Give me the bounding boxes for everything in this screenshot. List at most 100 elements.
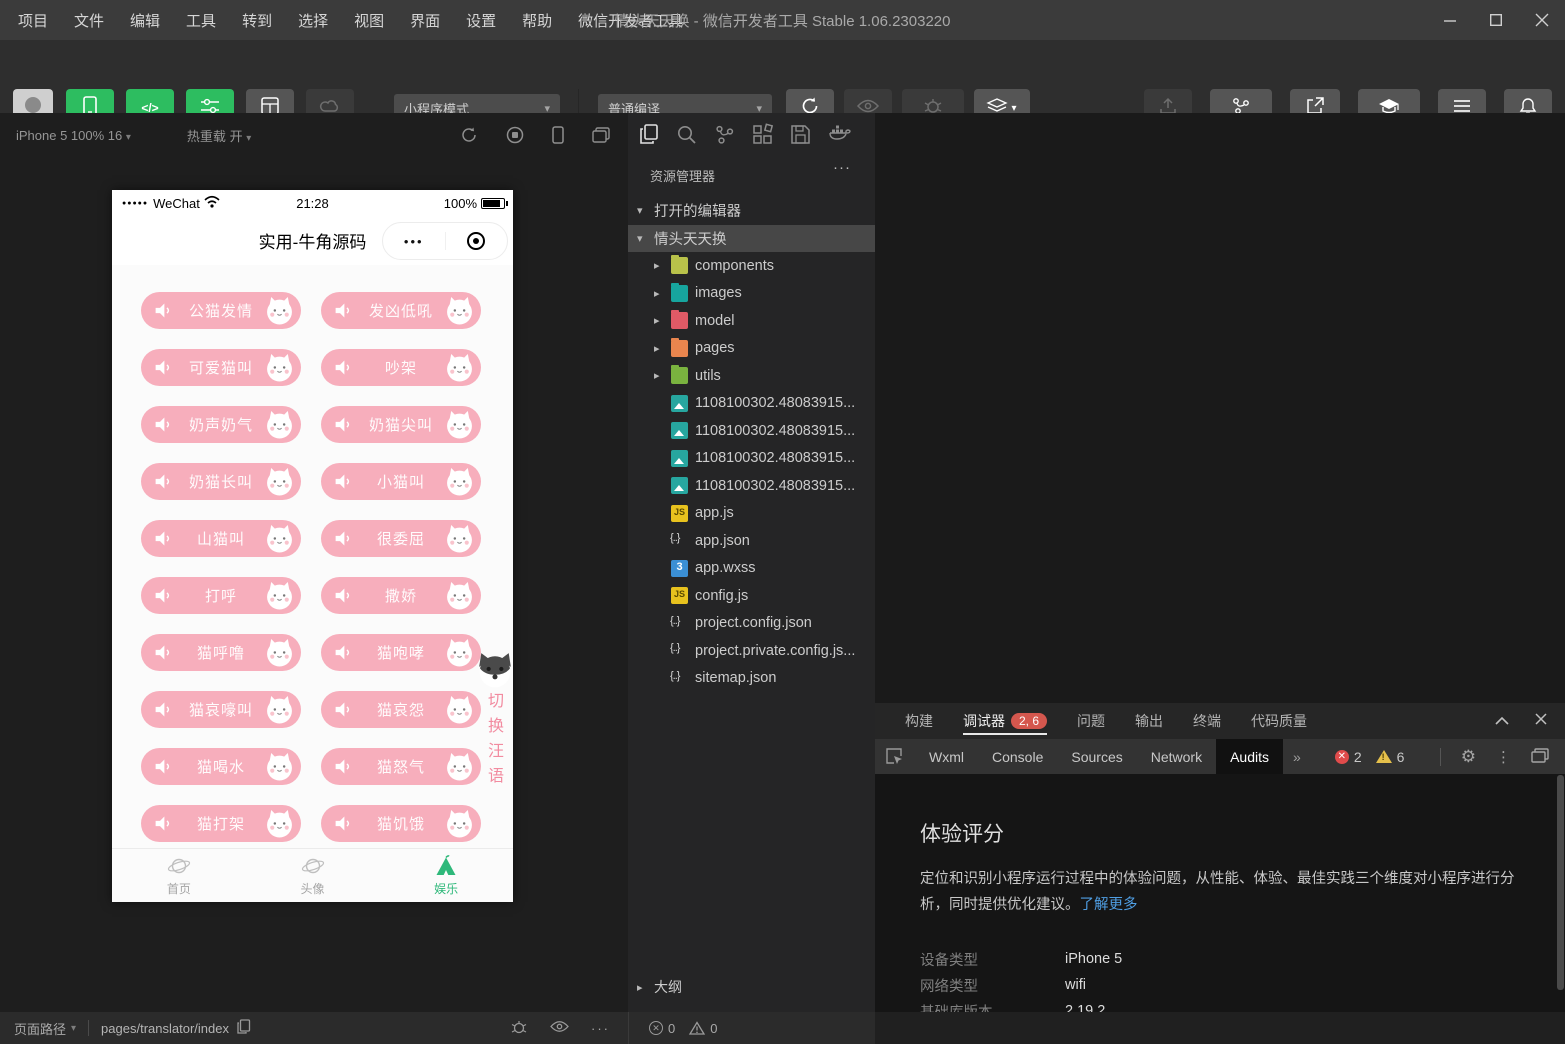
sound-button[interactable]: 猫哀怨 (321, 691, 481, 728)
error-count[interactable]: ✕2 (1335, 749, 1362, 765)
sound-button[interactable]: 猫喝水 (141, 748, 301, 785)
sound-button[interactable]: 猫呼噜 (141, 634, 301, 671)
debug-tab[interactable]: 问题 (1077, 703, 1105, 739)
devtools-tab[interactable]: Sources (1057, 739, 1136, 774)
menu-item[interactable]: 文件 (74, 10, 104, 31)
more-actions-icon[interactable]: ··· (833, 159, 851, 176)
sound-button[interactable]: 小猫叫 (321, 463, 481, 500)
warning-count[interactable]: 6 (1376, 749, 1405, 765)
sound-button[interactable]: 猫饥饿 (321, 805, 481, 842)
close-button[interactable] (1519, 0, 1565, 40)
minimize-button[interactable] (1427, 0, 1473, 40)
ellipsis-icon[interactable]: ··· (591, 1021, 610, 1036)
menu-item[interactable]: 项目 (18, 10, 48, 31)
tree-item[interactable]: 情头天天换 (628, 225, 875, 253)
inspect-icon[interactable] (875, 748, 915, 766)
tree-item[interactable]: project.private.config.js... (628, 637, 875, 665)
sound-button[interactable]: 奶猫尖叫 (321, 406, 481, 443)
device-selector[interactable]: iPhone 5 100% 16 ▾ (16, 128, 131, 143)
tree-item[interactable]: project.config.json (628, 610, 875, 638)
maximize-button[interactable] (1473, 0, 1519, 40)
tree-item[interactable]: app.json (628, 527, 875, 555)
sound-button[interactable]: 撒娇 (321, 577, 481, 614)
menu-item[interactable]: 编辑 (130, 10, 160, 31)
files-icon[interactable] (640, 124, 658, 144)
gear-icon[interactable]: ⚙ (1461, 747, 1476, 767)
sound-button[interactable]: 奶声奶气 (141, 406, 301, 443)
search-icon[interactable] (677, 125, 696, 144)
copy-icon[interactable] (237, 1019, 250, 1037)
devtools-tab[interactable]: Console (978, 739, 1057, 774)
sound-button[interactable]: 很委屈 (321, 520, 481, 557)
collapse-panel-icon[interactable] (1495, 712, 1509, 730)
menu-item[interactable]: 转到 (242, 10, 272, 31)
menu-item[interactable]: 选择 (298, 10, 328, 31)
sound-button[interactable]: 公猫发情 (141, 292, 301, 329)
switch-bark-label[interactable]: 切换汪语 (486, 693, 506, 786)
multi-window-icon[interactable] (592, 127, 610, 143)
sound-button[interactable]: 猫哀嚎叫 (141, 691, 301, 728)
phone-tab[interactable]: 首页 (112, 849, 246, 902)
restart-icon[interactable] (460, 126, 478, 144)
eye-icon[interactable] (550, 1020, 569, 1036)
tree-item[interactable]: 1108100302.48083915... (628, 472, 875, 500)
bug-icon[interactable] (510, 1019, 528, 1038)
extensions-icon[interactable] (753, 125, 772, 144)
devtools-tab[interactable]: Network (1137, 739, 1216, 774)
tree-item[interactable]: components (628, 252, 875, 280)
debug-tab[interactable]: 调试器 2, 6 (963, 703, 1047, 739)
sound-button[interactable]: 猫打架 (141, 805, 301, 842)
dock-icon[interactable] (1531, 748, 1549, 766)
tree-item[interactable]: config.js (628, 582, 875, 610)
sound-button[interactable]: 山猫叫 (141, 520, 301, 557)
menu-item[interactable]: 设置 (466, 10, 496, 31)
tree-item[interactable]: 1108100302.48083915... (628, 445, 875, 473)
debug-tab[interactable]: 输出 (1135, 703, 1163, 739)
hot-reload-toggle[interactable]: 热重载 开 ▾ (187, 126, 251, 145)
menu-item[interactable]: 帮助 (522, 10, 552, 31)
tree-item[interactable]: sitemap.json (628, 665, 875, 693)
tree-item[interactable]: 1108100302.48083915... (628, 390, 875, 418)
tree-item[interactable]: utils (628, 362, 875, 390)
sound-button[interactable]: 吵架 (321, 349, 481, 386)
devtools-tab[interactable]: Wxml (915, 739, 978, 774)
status-error-count[interactable]: ✕0 (649, 1021, 675, 1036)
menu-item[interactable]: 视图 (354, 10, 384, 31)
page-path-selector[interactable]: 页面路径▾ (14, 1019, 76, 1038)
tree-item[interactable]: app.wxss (628, 555, 875, 583)
tree-item[interactable]: pages (628, 335, 875, 363)
debug-tab[interactable]: 代码质量 (1251, 703, 1307, 739)
kebab-icon[interactable]: ⋮ (1496, 748, 1511, 766)
learn-more-link[interactable]: 了解更多 (1080, 897, 1138, 913)
devtools-tab[interactable]: Audits (1216, 739, 1283, 774)
sound-button[interactable]: 奶猫长叫 (141, 463, 301, 500)
menu-item[interactable]: 工具 (186, 10, 216, 31)
tree-item[interactable]: 1108100302.48083915... (628, 417, 875, 445)
sound-button[interactable]: 猫怒气 (321, 748, 481, 785)
scrollbar-thumb[interactable] (1557, 775, 1564, 990)
sound-button[interactable]: 发凶低吼 (321, 292, 481, 329)
phone-tab[interactable]: 娱乐 (379, 849, 513, 902)
stop-icon[interactable] (506, 126, 524, 144)
debug-tab[interactable]: 构建 (905, 703, 933, 739)
husky-toggle-button[interactable] (476, 651, 513, 689)
git-branch-icon[interactable] (715, 125, 734, 144)
sound-button[interactable]: 打呼 (141, 577, 301, 614)
minimize-capsule-button[interactable] (446, 232, 508, 250)
outline-section[interactable]: 大纲 (628, 974, 875, 1000)
tree-item[interactable]: 打开的编辑器 (628, 197, 875, 225)
menu-item[interactable]: 微信开发者工具 (578, 10, 683, 31)
docker-icon[interactable] (829, 125, 851, 143)
menu-item[interactable]: 界面 (410, 10, 440, 31)
close-panel-icon[interactable] (1535, 712, 1547, 730)
more-menu-button[interactable]: ••• (383, 234, 445, 249)
debug-tab[interactable]: 终端 (1193, 703, 1221, 739)
device-frame-icon[interactable] (552, 126, 564, 144)
more-tabs-icon[interactable]: » (1283, 749, 1311, 765)
sound-button[interactable]: 可爱猫叫 (141, 349, 301, 386)
status-warning-count[interactable]: 0 (689, 1021, 717, 1036)
tree-item[interactable]: images (628, 280, 875, 308)
sound-button[interactable]: 猫咆哮 (321, 634, 481, 671)
tree-item[interactable]: model (628, 307, 875, 335)
save-icon[interactable] (791, 125, 810, 144)
